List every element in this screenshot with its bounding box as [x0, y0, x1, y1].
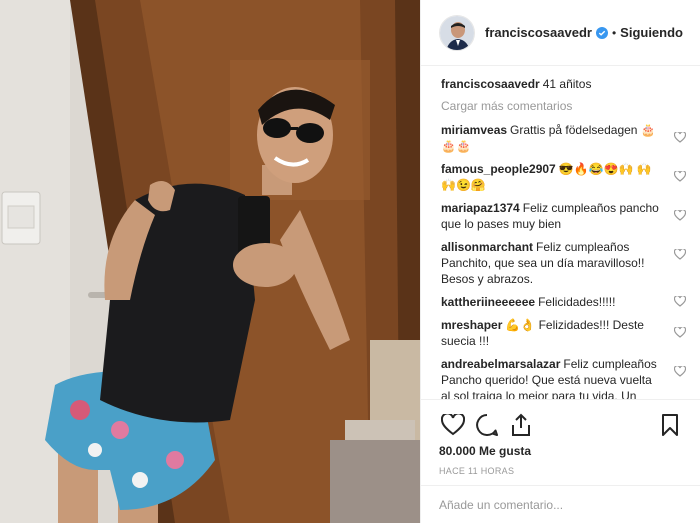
comment-like-heart-icon[interactable]: [674, 132, 686, 143]
author-username[interactable]: franciscosaavedr: [485, 25, 592, 40]
following-button[interactable]: Siguiendo: [620, 25, 683, 40]
likes-count[interactable]: 80.000 Me gusta: [439, 444, 684, 458]
post-header: franciscosaavedr • Siguiendo: [421, 0, 700, 66]
comment-username[interactable]: miriamveas: [441, 123, 507, 137]
post-actions: 80.000 Me gusta HACE 11 HORAS: [421, 399, 700, 476]
comments-list[interactable]: franciscosaavedr 41 añitos Cargar más com…: [421, 66, 700, 399]
comment-text: Felicidades!!!!!: [538, 295, 616, 309]
avatar[interactable]: [439, 14, 475, 51]
post-sidebar: franciscosaavedr • Siguiendo franciscosa…: [420, 0, 700, 523]
comment-item: allisonmarchant Feliz cumpleaños Panchito…: [441, 239, 686, 287]
comment-item: miriamveas Grattis på födelsedagen 🎂 🎂🎂: [441, 122, 686, 154]
add-comment-input[interactable]: Añade un comentario...: [421, 485, 700, 523]
comment-like-heart-icon[interactable]: [674, 366, 686, 377]
comment-like-heart-icon[interactable]: [674, 210, 686, 221]
bookmark-icon[interactable]: [656, 411, 684, 439]
mirror-selfie-image: [0, 0, 420, 523]
comment-like-heart-icon[interactable]: [674, 249, 686, 260]
comment-like-heart-icon[interactable]: [674, 296, 686, 307]
verified-badge-icon: [595, 26, 608, 39]
comment-item: mariapaz1374 Feliz cumpleaños pancho que …: [441, 200, 686, 232]
comment-item: kattheriineeeeee Felicidades!!!!!: [441, 294, 686, 310]
comment-username[interactable]: andreabelmarsalazar: [441, 357, 560, 371]
avatar-image: [440, 15, 474, 50]
caption-text: 41 añitos: [542, 77, 592, 91]
comment-item: famous_people2907 😎🔥😂😍🙌 🙌🙌😉🤗: [441, 161, 686, 193]
share-upload-icon[interactable]: [507, 411, 535, 439]
comment-username[interactable]: mariapaz1374: [441, 201, 520, 215]
comment-bubble-icon[interactable]: [473, 411, 501, 439]
comment-username[interactable]: famous_people2907: [441, 162, 556, 176]
comment-username[interactable]: kattheriineeeeee: [441, 295, 535, 309]
action-bar: [439, 408, 684, 442]
comment-like-heart-icon[interactable]: [674, 171, 686, 182]
post-timestamp[interactable]: HACE 11 HORAS: [439, 466, 684, 476]
post-photo[interactable]: [0, 0, 420, 523]
separator-dot: •: [611, 25, 617, 40]
load-more-comments-link[interactable]: Cargar más comentarios: [441, 99, 686, 113]
comment-item: andreabelmarsalazar Feliz cumpleaños Panc…: [441, 356, 686, 399]
caption: franciscosaavedr 41 añitos: [441, 76, 686, 92]
like-heart-icon[interactable]: [439, 411, 467, 439]
comment-like-heart-icon[interactable]: [674, 327, 686, 338]
comment-username[interactable]: allisonmarchant: [441, 240, 533, 254]
comment-username[interactable]: mreshaper: [441, 318, 502, 332]
caption-username[interactable]: franciscosaavedr: [441, 77, 540, 91]
comment-item: mreshaper 💪👌 Felizidades!!! Deste suecia …: [441, 317, 686, 349]
